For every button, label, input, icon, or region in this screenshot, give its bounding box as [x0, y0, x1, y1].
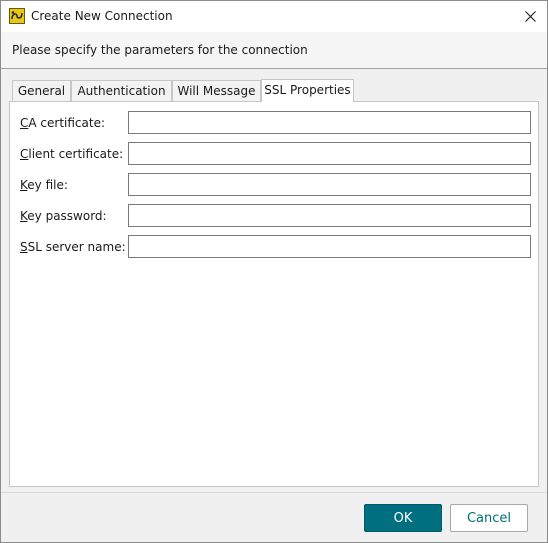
cancel-button[interactable]: Cancel — [450, 504, 528, 532]
key-password-label: Key password: — [20, 209, 107, 223]
description-area: Please specify the parameters for the co… — [1, 32, 547, 69]
client-certificate-input[interactable] — [128, 142, 531, 165]
ssl-server-name-label: SSL server name: — [20, 240, 126, 254]
ssl-server-name-input[interactable] — [128, 235, 531, 258]
close-icon — [524, 11, 536, 22]
ca-certificate-input[interactable] — [128, 111, 531, 134]
dialog-footer: OK Cancel — [1, 492, 547, 542]
content-area: General Authentication Will Message SSL … — [1, 69, 547, 492]
key-password-input[interactable] — [128, 204, 531, 227]
ca-certificate-label: CA certificate: — [20, 116, 106, 130]
tab-general[interactable]: General — [12, 80, 71, 101]
key-file-input[interactable] — [128, 173, 531, 196]
client-certificate-label: Client certificate: — [20, 147, 124, 161]
ok-button[interactable]: OK — [364, 504, 442, 532]
dialog-description: Please specify the parameters for the co… — [12, 43, 308, 57]
window-title: Create New Connection — [31, 9, 173, 23]
app-logo-icon — [9, 8, 25, 24]
tab-authentication[interactable]: Authentication — [71, 80, 172, 101]
dialog-window: Create New Connection Please specify the… — [0, 0, 548, 543]
close-button[interactable] — [513, 1, 547, 32]
key-file-label: Key file: — [20, 178, 68, 192]
ssl-properties-panel: CA certificate: Client certificate: Key … — [9, 101, 539, 487]
tab-ssl-properties[interactable]: SSL Properties — [261, 79, 354, 102]
tab-will-message[interactable]: Will Message — [172, 80, 261, 101]
title-bar[interactable]: Create New Connection — [1, 1, 547, 32]
